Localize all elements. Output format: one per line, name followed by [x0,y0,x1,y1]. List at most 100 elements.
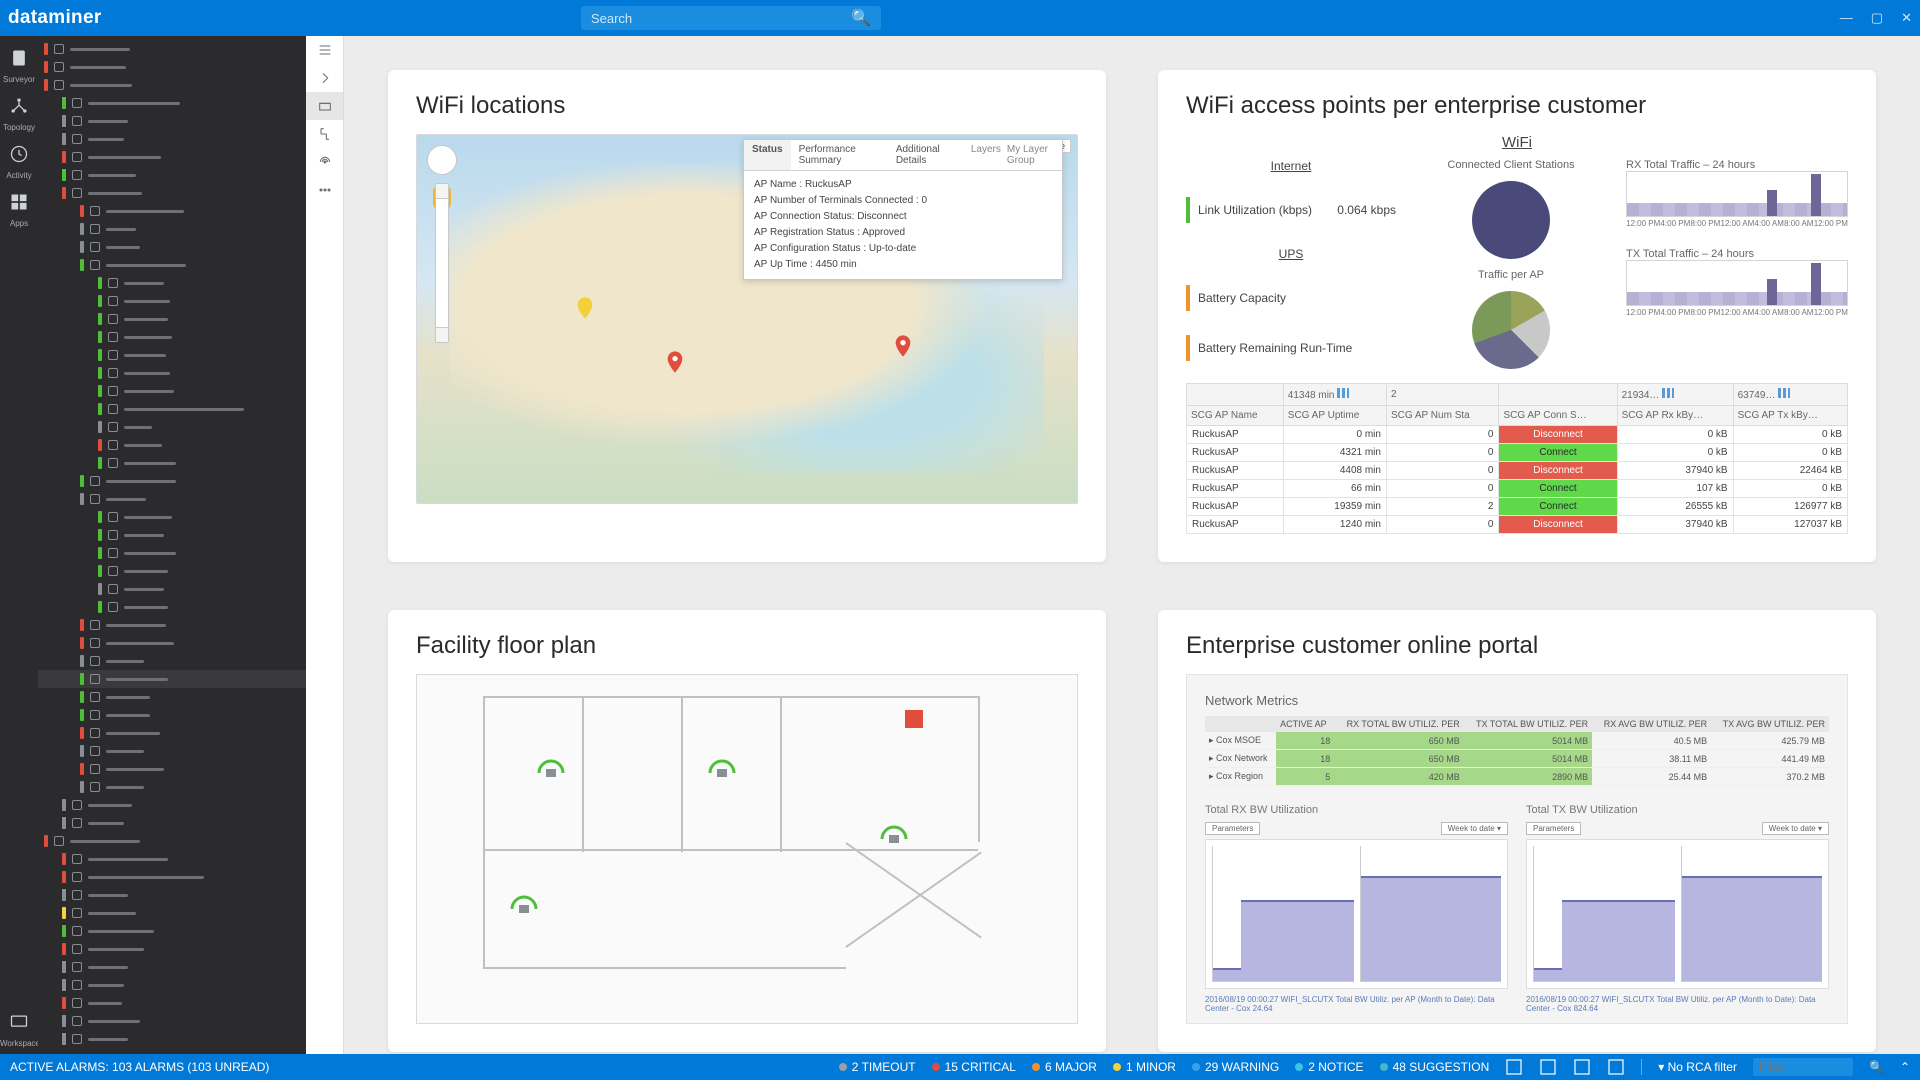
tree-item[interactable] [38,652,306,670]
tree-item[interactable] [38,58,306,76]
alarm-counter[interactable]: 48 SUGGESTION [1380,1060,1490,1074]
alarm-counter[interactable]: 2 TIMEOUT [839,1060,916,1074]
alarm-counter[interactable]: 6 MAJOR [1032,1060,1097,1074]
tree-item[interactable] [38,580,306,598]
more-icon[interactable] [306,176,343,204]
pchart-range-select[interactable]: Week to date ▾ [1762,822,1829,835]
map-zoom-slider[interactable] [435,183,449,343]
table-row[interactable]: RuckusAP66 min0Connect107 kB0 kB [1187,480,1848,498]
tree-item[interactable] [38,616,306,634]
tree-item[interactable] [38,796,306,814]
map-marker[interactable] [895,335,911,357]
chevron-right-icon[interactable] [306,64,343,92]
popup-tab-status[interactable]: Status [744,140,791,170]
tree-item[interactable] [38,1012,306,1030]
tree-item[interactable] [38,256,306,274]
hamburger-icon[interactable] [306,36,343,64]
tree-item[interactable] [38,310,306,328]
tree-item[interactable] [38,238,306,256]
table-row[interactable]: RuckusAP4408 min0Disconnect37940 kB22464… [1187,462,1848,480]
chart-icon[interactable] [1505,1058,1523,1076]
popup-layer-group[interactable]: My Layer Group [1007,144,1056,166]
tree-item[interactable] [38,724,306,742]
branch-icon[interactable] [306,120,343,148]
tree-item[interactable] [38,40,306,58]
alarm-search-icon[interactable]: 🔍 [1869,1060,1884,1074]
tree-item[interactable] [38,148,306,166]
tree-item[interactable] [38,418,306,436]
tree-item[interactable] [38,1030,306,1048]
tree-item[interactable] [38,742,306,760]
grid2-icon[interactable] [1573,1058,1591,1076]
tree-item[interactable] [38,364,306,382]
alarm-expand-icon[interactable]: ⌃ [1900,1060,1910,1074]
rail-surveyor[interactable]: Surveyor [0,42,38,90]
tree-item[interactable] [38,508,306,526]
window-maximize-button[interactable]: ▢ [1871,10,1883,26]
tree-item[interactable] [38,202,306,220]
dashboard-icon[interactable] [306,92,343,120]
tree-item[interactable] [38,598,306,616]
tree-item[interactable] [38,382,306,400]
alarm-counter[interactable]: 1 MINOR [1113,1060,1176,1074]
tree-item[interactable] [38,958,306,976]
tree-item[interactable] [38,490,306,508]
table-row[interactable]: RuckusAP0 min0Disconnect0 kB0 kB [1187,426,1848,444]
tree-item[interactable] [38,94,306,112]
map-pan-icon[interactable] [427,145,457,175]
tree-item[interactable] [38,472,306,490]
tree-item[interactable] [38,112,306,130]
tree-item[interactable] [38,922,306,940]
pchart-param-button[interactable]: Parameters [1526,822,1581,835]
tree-item[interactable] [38,166,306,184]
tree-item[interactable] [38,670,306,688]
tree-item[interactable] [38,562,306,580]
rail-workspace[interactable]: Workspace [0,1006,38,1054]
map-marker[interactable] [667,351,683,373]
tree-item[interactable] [38,886,306,904]
tree-item[interactable] [38,346,306,364]
alarm-counter[interactable]: 2 NOTICE [1295,1060,1363,1074]
tree-item[interactable] [38,778,306,796]
popup-tab-additional[interactable]: Additional Details [888,140,965,170]
global-search[interactable]: 🔍 [581,6,881,30]
alarm-filter-input[interactable] [1753,1058,1853,1076]
tree-item[interactable] [38,76,306,94]
tree-item[interactable] [38,976,306,994]
map-canvas[interactable]: MapSatellite Status Performance Summary … [416,134,1078,504]
tree-item[interactable] [38,400,306,418]
tree-item[interactable] [38,292,306,310]
tree-item[interactable] [38,760,306,778]
pchart-param-button[interactable]: Parameters [1205,822,1260,835]
table-row[interactable]: RuckusAP1240 min0Disconnect37940 kB12703… [1187,516,1848,534]
tree-item[interactable] [38,904,306,922]
grid1-icon[interactable] [1539,1058,1557,1076]
popup-layers[interactable]: Layers [971,144,1001,166]
signal-icon[interactable] [306,148,343,176]
tree-item[interactable] [38,274,306,292]
window-minimize-button[interactable]: — [1840,10,1853,26]
alarm-counter[interactable]: 15 CRITICAL [932,1060,1016,1074]
floor-plan-canvas[interactable] [416,674,1078,1024]
rail-topology[interactable]: Topology [0,90,38,138]
popup-tab-performance[interactable]: Performance Summary [791,140,888,170]
global-search-input[interactable] [591,11,851,26]
tree-item[interactable] [38,706,306,724]
tree-item[interactable] [38,832,306,850]
tree-item[interactable] [38,526,306,544]
table-row[interactable]: RuckusAP4321 min0Connect0 kB0 kB [1187,444,1848,462]
grid3-icon[interactable] [1607,1058,1625,1076]
rca-filter[interactable]: ▾ No RCA filter [1658,1060,1737,1074]
ap-table[interactable]: 41348 min 221934… 63749… SCG AP NameSCG … [1186,383,1848,534]
table-row[interactable]: RuckusAP19359 min2Connect26555 kB126977 … [1187,498,1848,516]
tree-item[interactable] [38,220,306,238]
tree-item[interactable] [38,328,306,346]
tree-item[interactable] [38,814,306,832]
tree-item[interactable] [38,940,306,958]
rail-apps[interactable]: Apps [0,186,38,234]
tree-item[interactable] [38,868,306,886]
element-tree[interactable] [38,36,306,1054]
pchart-range-select[interactable]: Week to date ▾ [1441,822,1508,835]
window-close-button[interactable]: ✕ [1901,10,1912,26]
tree-item[interactable] [38,184,306,202]
